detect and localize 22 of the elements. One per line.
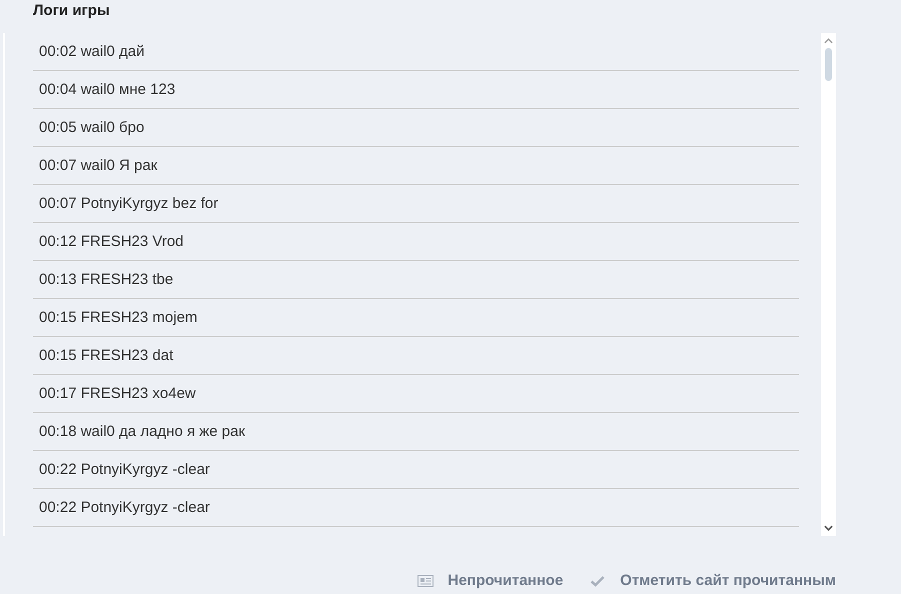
log-entry: 00:05 wail0 бро <box>33 109 799 147</box>
log-entry: 00:15 FRESH23 mojem <box>33 299 799 337</box>
footer-link[interactable]: Непрочитанное <box>416 572 564 589</box>
scroll-down-icon[interactable] <box>824 525 833 531</box>
log-entry: 00:22 PotnyiKyrgyz -clear <box>33 489 799 527</box>
scroll-up-icon[interactable] <box>824 38 833 44</box>
newspaper-icon <box>416 574 434 586</box>
log-entry: 00:12 FRESH23 Vrod <box>33 223 799 261</box>
log-entry: 00:13 FRESH23 tbe <box>33 261 799 299</box>
log-entry: 00:17 FRESH23 xo4ew <box>33 375 799 413</box>
log-entry: 00:07 PotnyiKyrgyz bez for <box>33 185 799 223</box>
log-entry: 00:15 FRESH23 dat <box>33 337 799 375</box>
log-entry: 00:22 PotnyiKyrgyz -clear <box>33 451 799 489</box>
log-entry: 00:18 wail0 да ладно я же рак <box>33 413 799 451</box>
section-title: Логи игры <box>32 1 111 21</box>
log-entry: 00:07 wail0 Я рак <box>33 147 799 185</box>
checkmark-icon <box>589 574 606 586</box>
log-entry: 00:02 wail0 дай <box>33 33 799 71</box>
scrollbar[interactable] <box>821 33 836 536</box>
footer-link[interactable]: Отметить сайт прочитанным <box>589 572 836 589</box>
scroll-thumb[interactable] <box>825 48 832 81</box>
log-entry: 00:04 wail0 мне 123 <box>33 71 799 109</box>
